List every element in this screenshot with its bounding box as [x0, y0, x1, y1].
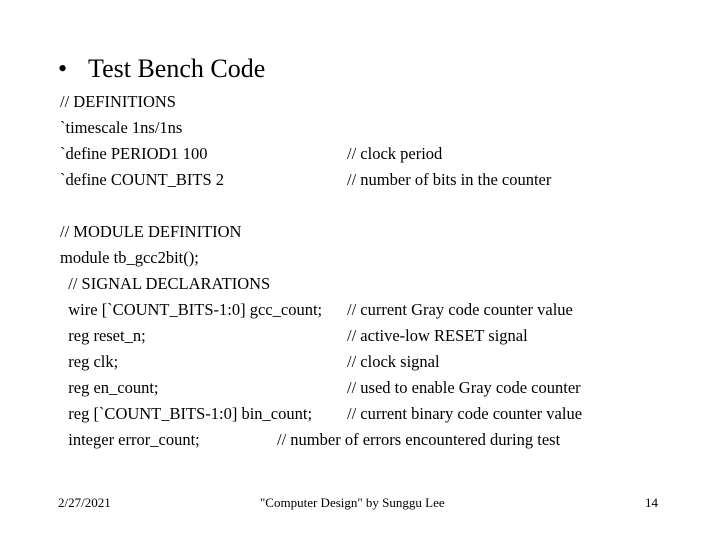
code-text: // DEFINITIONS: [60, 92, 176, 111]
code-text: reg reset_n;: [60, 326, 146, 345]
title-text: Test Bench Code: [88, 54, 266, 83]
code-text: wire [`COUNT_BITS-1:0] gcc_count;: [60, 300, 323, 319]
code-comment: // active-low RESET signal: [347, 326, 528, 345]
code-text: reg [`COUNT_BITS-1:0] bin_count;: [60, 404, 313, 423]
code-comment: // current Gray code counter value: [347, 300, 573, 319]
code-comment: // clock period: [347, 144, 443, 163]
code-comment: // clock signal: [347, 352, 440, 371]
code-comment: // number of bits in the counter: [347, 170, 552, 189]
code-text: `define COUNT_BITS 2: [60, 170, 225, 189]
footer-date: 2/27/2021: [58, 495, 111, 510]
code-text: // SIGNAL DECLARATIONS: [60, 274, 271, 293]
code-text: integer error_count;: [60, 430, 200, 449]
bullet-icon: •: [58, 54, 68, 83]
code-text: `timescale 1ns/1ns: [60, 118, 183, 137]
code-comment: // current binary code counter value: [347, 404, 583, 423]
slide-title: • Test Bench Code: [58, 52, 265, 86]
code-text: reg clk;: [60, 352, 119, 371]
code-text: reg en_count;: [60, 378, 159, 397]
code-comment: // used to enable Gray code counter: [347, 378, 581, 397]
code-text: module tb_gcc2bit();: [60, 248, 199, 267]
code-text: `define PERIOD1 100: [60, 144, 208, 163]
slide: • Test Bench Code // DEFINITIONS `timescal…: [0, 0, 720, 540]
footer-title: "Computer Design" by Sunggu Lee: [260, 495, 445, 510]
footer-page-number: 14: [645, 495, 658, 510]
code-comment: // number of errors encountered during t…: [277, 430, 561, 449]
code-text: // MODULE DEFINITION: [60, 222, 242, 241]
